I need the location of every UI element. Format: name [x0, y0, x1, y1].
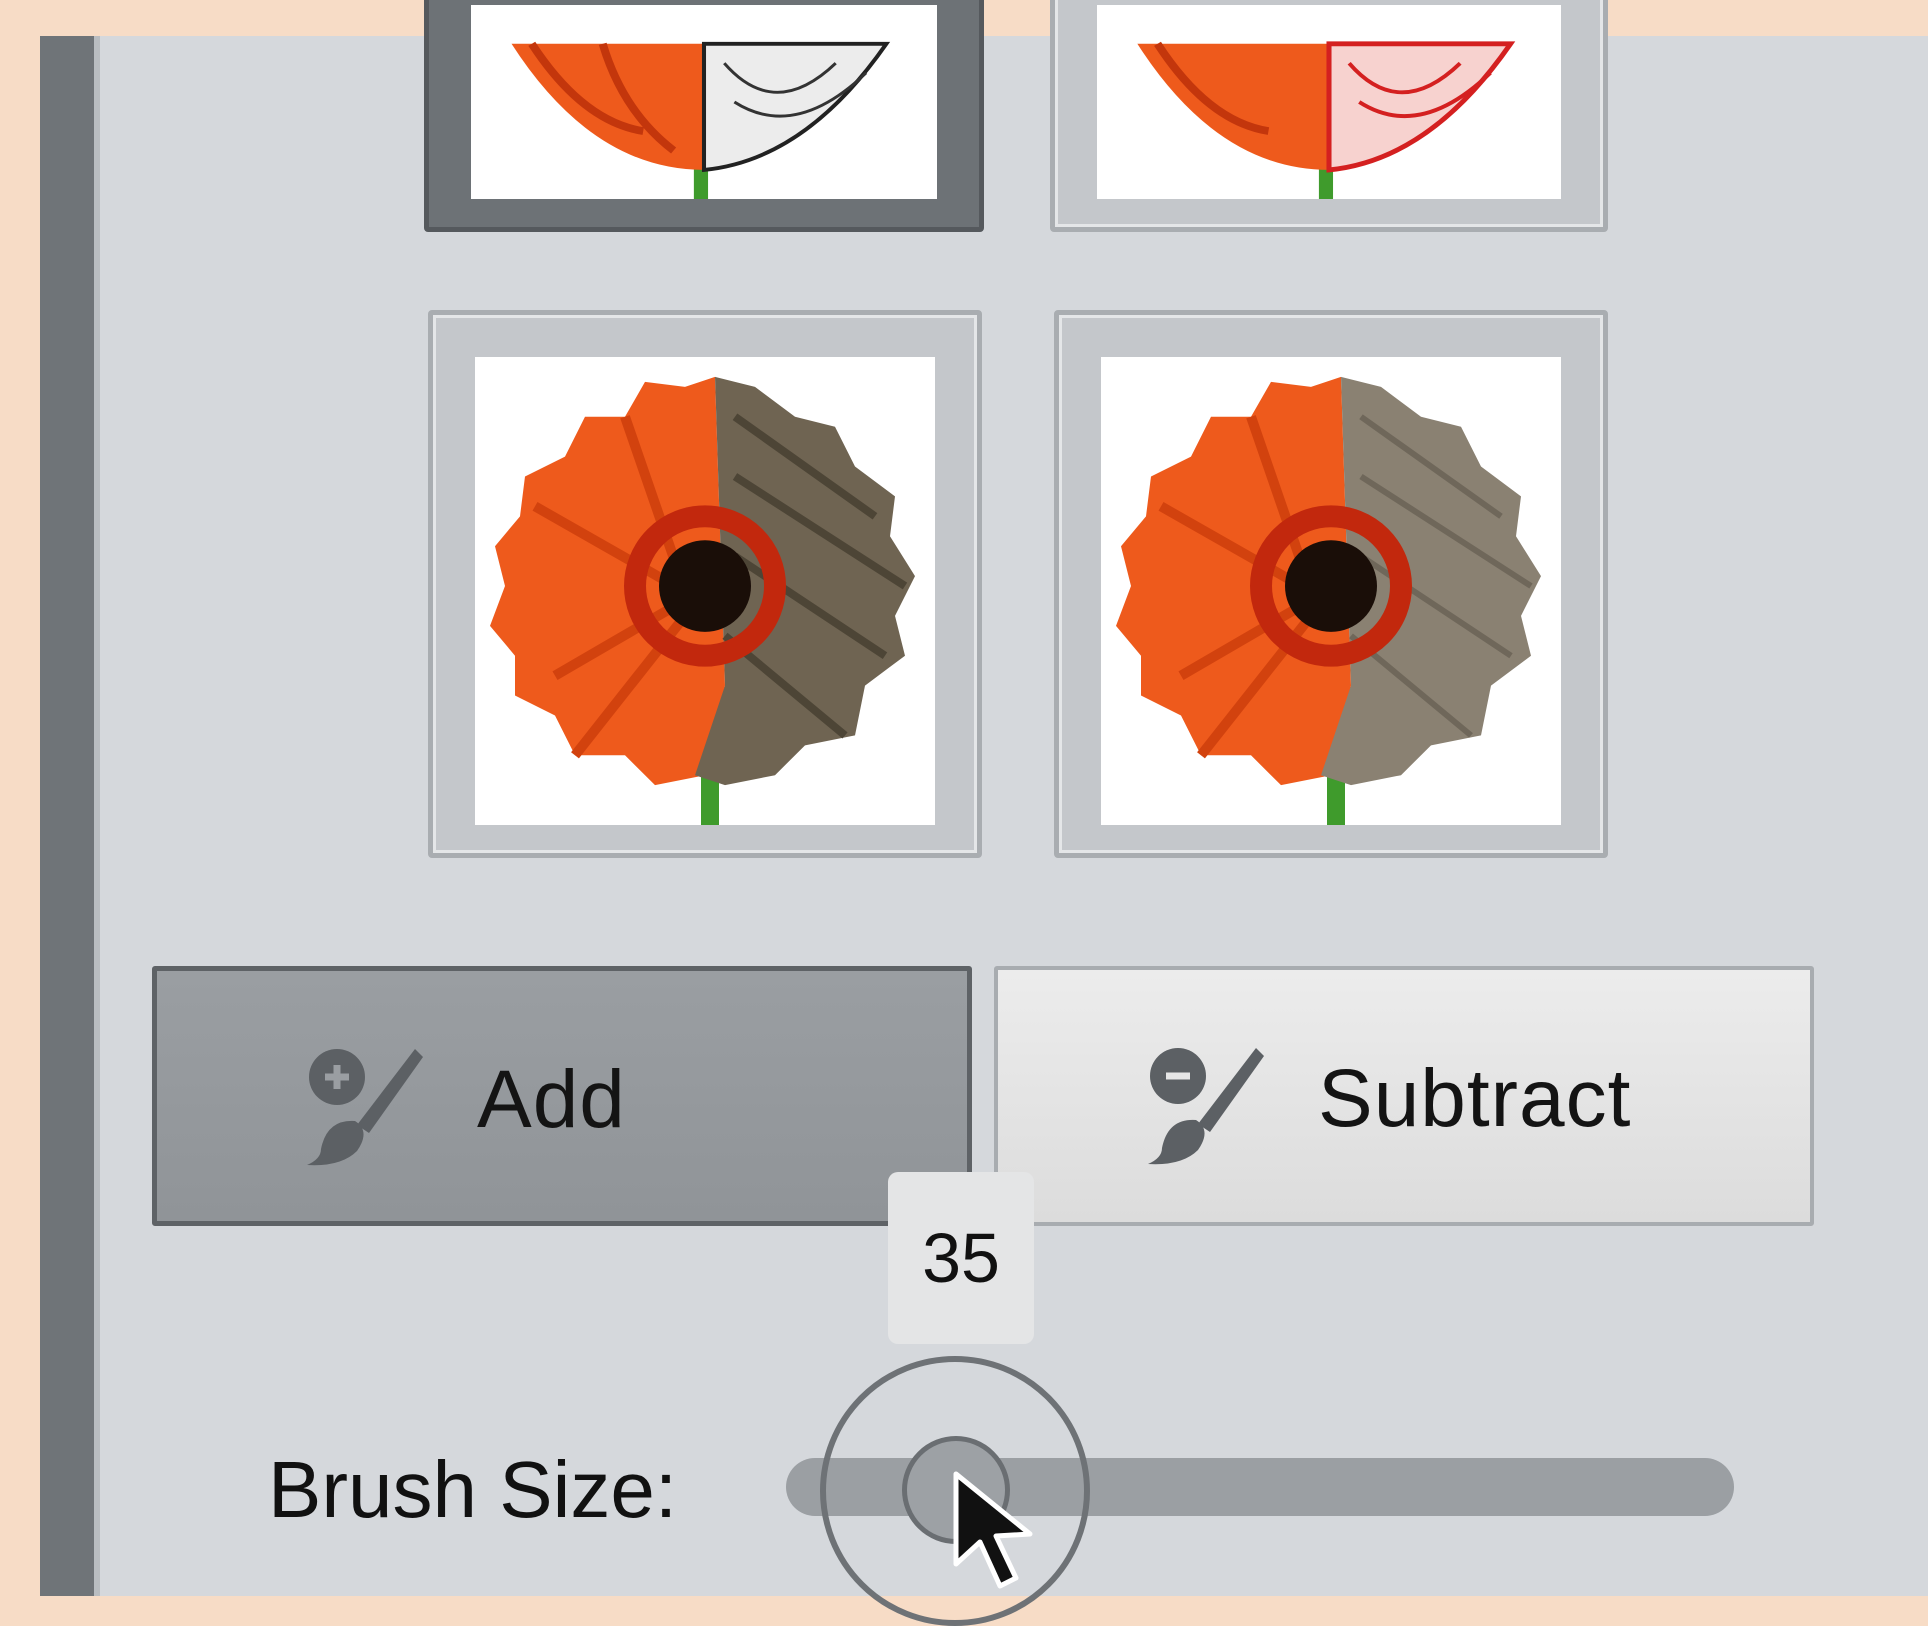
brush-add-icon	[307, 1049, 423, 1166]
effect-thumb-red-outline[interactable]	[1050, 0, 1608, 232]
subtract-button-label: Subtract	[1318, 1053, 1632, 1144]
add-button-label: Add	[477, 1054, 626, 1145]
add-brush-button[interactable]: Add	[152, 966, 972, 1226]
mouse-pointer-icon	[953, 1471, 1033, 1589]
effect-preview-sepia-smooth	[1101, 357, 1561, 825]
effect-preview-sepia-texture	[475, 357, 935, 825]
effect-thumb-sepia-texture[interactable]	[428, 310, 982, 858]
brush-subtract-icon	[1148, 1048, 1264, 1165]
effect-thumb-sepia-smooth[interactable]	[1054, 310, 1608, 858]
effect-preview-sketch	[471, 5, 937, 199]
panel-divider	[40, 36, 94, 1596]
subtract-brush-button[interactable]: Subtract	[994, 966, 1814, 1226]
brush-size-tooltip: 35	[888, 1172, 1034, 1344]
brush-size-label: Brush Size:	[268, 1445, 678, 1534]
effect-thumb-sketch[interactable]	[424, 0, 984, 232]
panel-divider-highlight	[94, 36, 100, 1596]
effect-preview-red-outline	[1097, 5, 1561, 199]
